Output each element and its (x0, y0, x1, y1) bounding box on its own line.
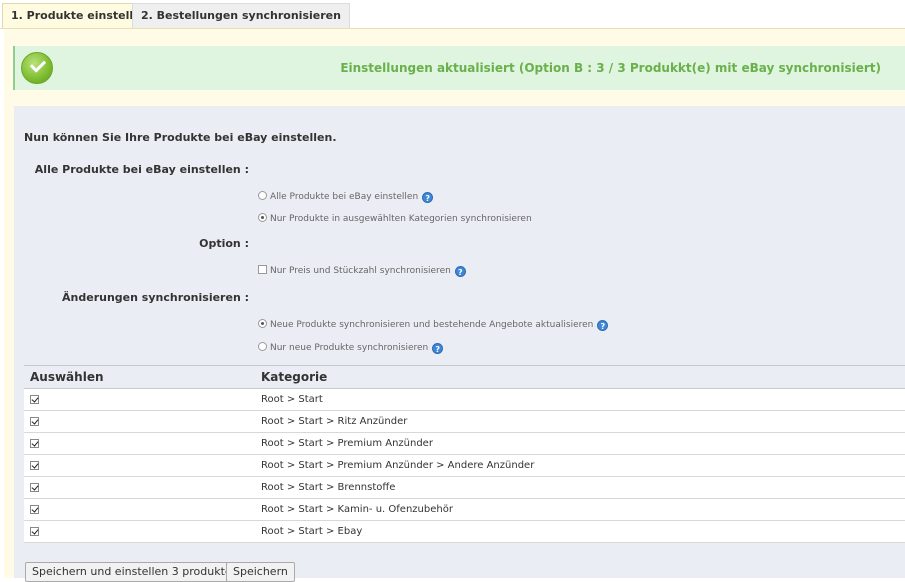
option-selected-categories-label: Nur Produkte in ausgewählten Kategorien … (270, 214, 532, 224)
row-category: Root > Start > Kamin- u. Ofenzubehör (261, 504, 453, 515)
option-new-and-update-label: Neue Produkte synchronisieren und besteh… (270, 320, 594, 330)
radio-new-and-update[interactable] (258, 319, 267, 328)
table-row: Root > Start > Ritz Anzünder (24, 411, 905, 433)
help-icon[interactable]: ? (422, 192, 434, 203)
option-price-qty-label: Nur Preis und Stückzahl synchronisieren (270, 266, 451, 276)
option-selected-categories[interactable]: Nur Produkte in ausgewählten Kategorien … (258, 212, 532, 226)
table-row: Root > Start > Kamin- u. Ofenzubehör (24, 499, 905, 521)
save-button[interactable]: Speichern (226, 562, 295, 582)
row-category: Root > Start > Premium Anzünder > Andere… (261, 460, 535, 471)
intro-text: Nun können Sie Ihre Produkte bei eBay ei… (24, 131, 337, 144)
row-checkbox[interactable] (30, 505, 39, 514)
changes-label: Änderungen synchronisieren : (62, 291, 249, 304)
tab-bestellungen-synchronisieren[interactable]: 2. Bestellungen synchronisieren (132, 3, 350, 28)
row-checkbox[interactable] (30, 461, 39, 470)
table-header: Auswählen Kategorie (24, 366, 905, 389)
header-auswaehlen: Auswählen (30, 370, 104, 384)
header-kategorie: Kategorie (261, 370, 328, 384)
row-checkbox[interactable] (30, 483, 39, 492)
success-banner: Einstellungen aktualisiert (Option B : 3… (13, 46, 905, 90)
option-label: Option : (199, 237, 249, 250)
row-category: Root > Start > Ebay (261, 526, 363, 537)
option-new-and-update[interactable]: Neue Produkte synchronisieren und besteh… (258, 318, 609, 332)
option-all-products[interactable]: Alle Produkte bei eBay einstellen? (258, 190, 434, 204)
row-checkbox[interactable] (30, 439, 39, 448)
help-icon[interactable]: ? (454, 266, 466, 277)
table-row: Root > Start > Ebay (24, 521, 905, 543)
help-icon[interactable]: ? (597, 320, 609, 331)
category-table: Auswählen Kategorie Root > Start Root > … (24, 365, 905, 543)
row-category: Root > Start (261, 394, 323, 405)
radio-all-products[interactable] (258, 191, 267, 200)
success-message: Einstellungen aktualisiert (Option B : 3… (340, 61, 881, 75)
row-category: Root > Start > Brennstoffe (261, 482, 396, 493)
row-category: Root > Start > Premium Anzünder (261, 438, 433, 449)
row-checkbox[interactable] (30, 527, 39, 536)
tab-bar: 1. Produkte einstellen 2. Bestellungen s… (0, 0, 905, 29)
row-checkbox[interactable] (30, 417, 39, 426)
help-icon[interactable]: ? (432, 343, 444, 354)
table-row: Root > Start > Premium Anzünder (24, 433, 905, 455)
table-row: Root > Start > Brennstoffe (24, 477, 905, 499)
row-checkbox[interactable] (30, 395, 39, 404)
option-only-new-label: Nur neue Produkte synchronisieren (270, 343, 429, 353)
row-category: Root > Start > Ritz Anzünder (261, 416, 408, 427)
save-and-list-button[interactable]: Speichern und einstellen 3 produkten (25, 562, 246, 582)
radio-only-new[interactable] (258, 342, 267, 351)
option-price-qty[interactable]: Nur Preis und Stückzahl synchronisieren? (258, 264, 466, 278)
option-all-products-label: Alle Produkte bei eBay einstellen (270, 192, 419, 202)
option-only-new[interactable]: Nur neue Produkte synchronisieren? (258, 341, 444, 355)
all-products-label: Alle Produkte bei eBay einstellen : (34, 163, 249, 176)
checkbox-price-qty[interactable] (258, 265, 267, 274)
success-check-icon (21, 52, 53, 84)
radio-selected-categories[interactable] (258, 213, 267, 222)
table-row: Root > Start > Premium Anzünder > Andere… (24, 455, 905, 477)
table-row: Root > Start (24, 389, 905, 411)
